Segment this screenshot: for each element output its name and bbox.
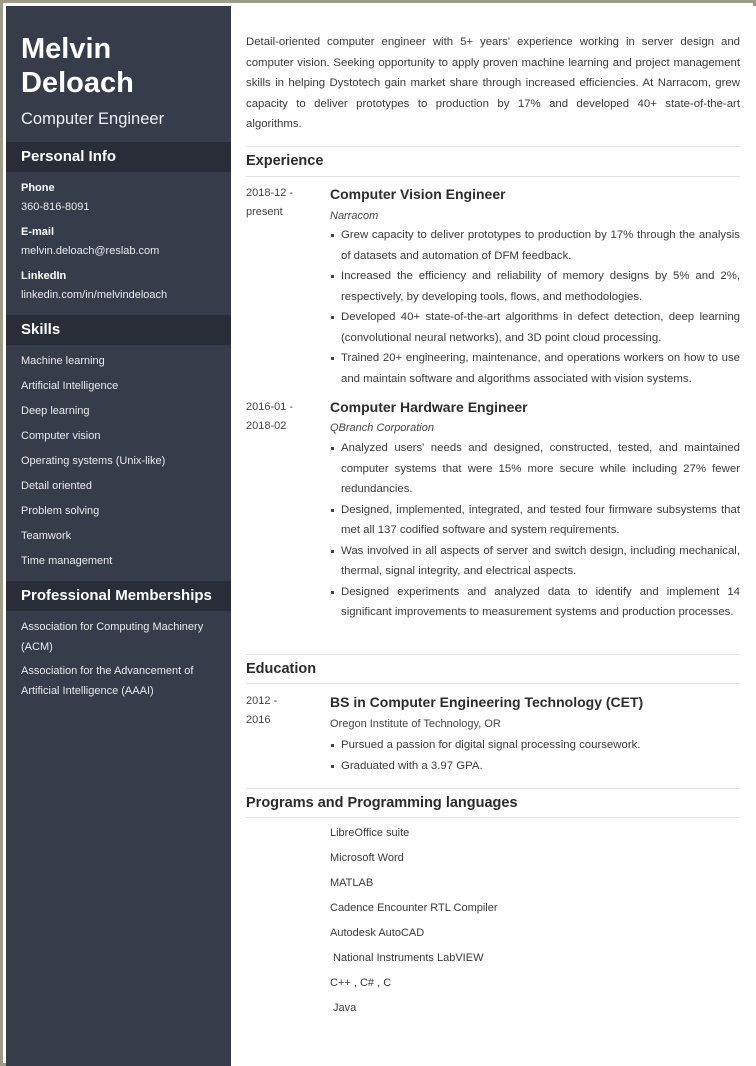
membership-item: Association for the Advancement of Artif… [21,665,194,697]
job-title: Computer Vision Engineer [330,186,506,202]
education-date-end: 2016 [246,714,271,726]
resume-page: Melvin Deloach Computer Engineer Persona… [0,0,756,1066]
skill-item: Deep learning [21,405,90,417]
divider [246,176,740,177]
linkedin-label: LinkedIn [21,270,67,282]
skill-item: Artificial Intelligence [21,380,119,392]
program-item: National Instruments LabVIEW [330,952,484,964]
skill-item: Teamwork [21,530,72,542]
divider [246,146,740,147]
skill-item: Computer vision [21,430,101,442]
job-date-end: present [246,206,283,218]
program-item: Microsoft Word [330,852,404,864]
job-bullet: Increased the efficiency and reliability… [330,266,740,307]
linkedin-value: linkedin.com/in/melvindeloach [21,289,168,301]
skill-item: Problem solving [21,505,100,517]
job-bullets: Analyzed users' needs and designed, cons… [330,438,740,623]
education-bullets: Pursued a passion for digital signal pro… [330,735,740,776]
job-date-start: 2016-01 - [246,401,294,413]
job-bullet: Trained 20+ engineering, maintenance, an… [330,348,740,389]
program-item: LibreOffice suite [330,827,410,839]
job-date-range: 2016-01 - 2018-02 [246,398,316,436]
programs-heading: Programs and Programming languages [246,795,518,811]
candidate-job-title: Computer Engineer [21,110,165,128]
job-bullet: Was involved in all aspects of server an… [330,541,740,582]
education-degree: BS in Computer Engineering Technology (C… [330,694,644,710]
job-bullet: Grew capacity to deliver prototypes to p… [330,225,740,266]
skill-item: Machine learning [21,355,105,367]
job-title: Computer Hardware Engineer [330,399,528,415]
phone-label: Phone [21,182,55,194]
job-date-end: 2018-02 [246,420,287,432]
education-bullet: Pursued a passion for digital signal pro… [330,735,740,756]
job-date-start: 2018-12 - [246,187,294,199]
education-date-range: 2012 - 2016 [246,692,316,730]
program-item: Autodesk AutoCAD [330,927,425,939]
education-bullet: Graduated with a 3.97 GPA. [330,756,740,777]
email-label: E-mail [21,226,55,238]
divider [246,788,740,789]
program-item: C++ , C# , C [330,977,392,989]
education-school: Oregon Institute of Technology, OR [330,718,501,730]
main-content: Detail-oriented computer engineer with 5… [231,6,756,1066]
job-bullet: Designed, implemented, integrated, and t… [330,500,740,541]
education-date-start: 2012 - [246,695,278,707]
divider [246,817,740,818]
skill-item: Time management [21,555,113,567]
education-heading: Education [246,661,317,677]
skill-item: Operating systems (Unix-like) [21,455,166,467]
sidebar: Melvin Deloach Computer Engineer Persona… [6,6,231,1066]
phone-value: 360-816-8091 [21,201,90,213]
divider [246,654,740,655]
job-bullets: Grew capacity to deliver prototypes to p… [330,225,740,389]
memberships-heading: Professional Memberships [6,581,231,611]
experience-heading: Experience [246,153,324,169]
program-item: Cadence Encounter RTL Compiler [330,902,498,914]
divider [246,683,740,684]
candidate-name: Melvin Deloach [21,33,134,99]
membership-item: Association for Computing Machinery (ACM… [21,621,204,653]
program-item: MATLAB [330,877,374,889]
job-company: Narracom [330,210,379,222]
skills-heading: Skills [6,315,231,345]
personal-info-heading: Personal Info [6,142,231,172]
email-value: melvin.deloach@reslab.com [21,245,160,257]
professional-summary: Detail-oriented computer engineer with 5… [246,36,740,130]
job-bullet: Designed experiments and analyzed data t… [330,582,740,623]
job-bullet: Developed 40+ state-of-the-art algorithm… [330,307,740,348]
skill-item: Detail oriented [21,480,92,492]
program-item: Java [330,1002,357,1014]
job-company: QBranch Corporation [330,422,434,434]
job-date-range: 2018-12 - present [246,184,316,222]
job-bullet: Analyzed users' needs and designed, cons… [330,438,740,500]
